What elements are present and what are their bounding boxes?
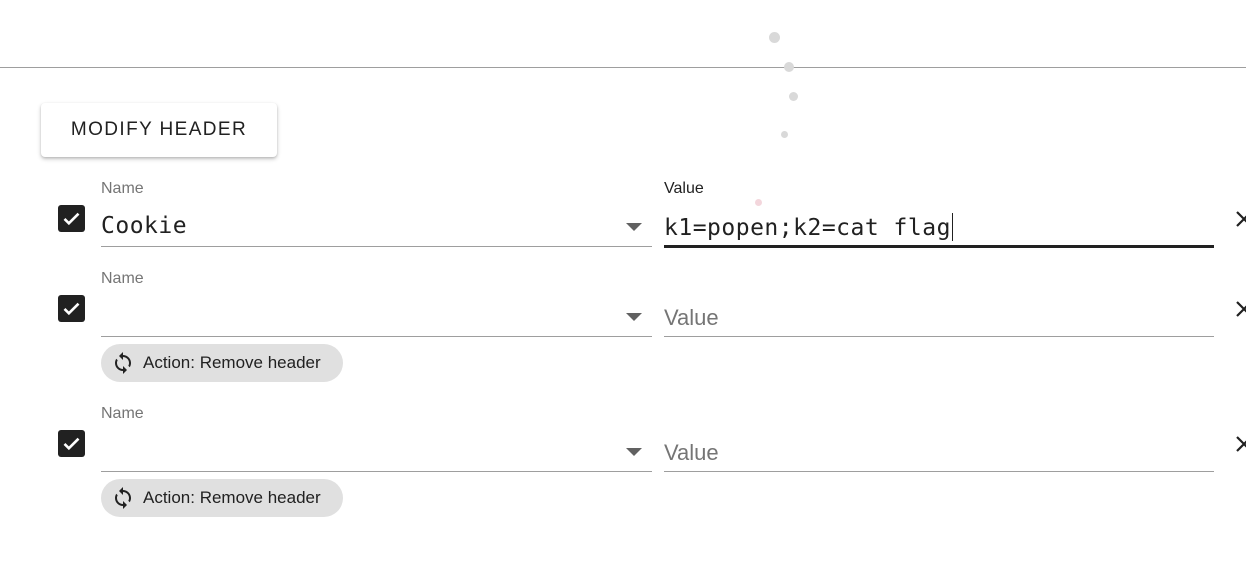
check-icon <box>63 437 80 451</box>
name-field-label: Name <box>101 270 144 287</box>
close-icon[interactable] <box>1234 209 1246 229</box>
action-chip[interactable]: Action: Remove header <box>101 479 343 517</box>
top-divider <box>0 67 1246 68</box>
loading-dot <box>769 32 780 43</box>
name-select[interactable] <box>101 432 652 472</box>
name-select[interactable] <box>101 297 652 337</box>
check-icon <box>63 302 80 316</box>
caret-down-icon <box>626 223 642 231</box>
close-icon[interactable] <box>1234 434 1246 454</box>
loading-dot <box>789 92 798 101</box>
value-input-placeholder: Value <box>664 305 719 330</box>
sync-icon <box>115 487 131 509</box>
loading-dot <box>755 199 762 206</box>
header-enabled-checkbox[interactable] <box>58 295 85 322</box>
name-field-label: Name <box>101 405 144 422</box>
modify-header-button[interactable]: MODIFY HEADER <box>41 103 277 157</box>
check-icon <box>63 212 80 226</box>
value-input-placeholder: Value <box>664 440 719 465</box>
action-chip-label: Action: Remove header <box>143 353 321 372</box>
action-chip-label: Action: Remove header <box>143 488 321 507</box>
name-select[interactable]: Cookie <box>101 207 652 247</box>
value-field-label: Value <box>664 180 704 197</box>
close-icon[interactable] <box>1234 299 1246 319</box>
action-chip[interactable]: Action: Remove header <box>101 344 343 382</box>
header-enabled-checkbox[interactable] <box>58 205 85 232</box>
caret-down-icon <box>626 313 642 321</box>
value-input[interactable]: Value <box>664 432 1214 472</box>
loading-dot <box>784 62 794 72</box>
value-input[interactable]: k1=popen;k2=cat flag <box>664 207 1214 248</box>
value-input-text: k1=popen;k2=cat flag <box>664 213 954 241</box>
value-input[interactable]: Value <box>664 297 1214 337</box>
caret-down-icon <box>626 448 642 456</box>
sync-icon <box>115 352 131 374</box>
loading-dot <box>781 131 788 138</box>
header-enabled-checkbox[interactable] <box>58 430 85 457</box>
name-field-label: Name <box>101 180 144 197</box>
name-select-value: Cookie <box>101 213 188 239</box>
